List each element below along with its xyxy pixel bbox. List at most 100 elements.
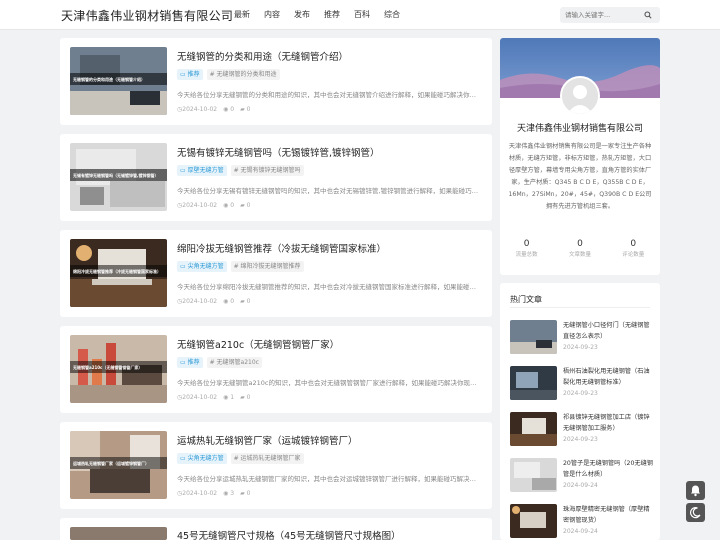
post-excerpt: 今天给各位分享无缝钢管的分类和用途的知识，其中也会对无缝钢管介绍进行解释，如果能… bbox=[177, 91, 482, 99]
keyword-tag[interactable]: # 运城热轧无缝钢管厂家 bbox=[230, 453, 304, 464]
post-card[interactable]: 运城热轧无缝钢管厂家（运城镀锌钢管厂） 运城热轧无缝钢管厂家（运城镀锌钢管厂） … bbox=[60, 422, 492, 509]
user-icon bbox=[562, 78, 598, 114]
post-tags: ▭ 推荐 # 无缝钢管的分类和用途 bbox=[177, 69, 280, 80]
keyword-tag[interactable]: # 无缝钢管的分类和用途 bbox=[206, 69, 280, 80]
hot-article-item[interactable]: 珠海厚壁精密无缝钢管（厚壁精密钢管现货） 2024-09-24 bbox=[510, 504, 655, 540]
hash-icon: # bbox=[209, 359, 217, 366]
post-title[interactable]: 无缝钢管a210c（无缝钢管钢管厂家） bbox=[177, 337, 482, 351]
moon-icon bbox=[690, 507, 701, 519]
thumbnail-caption: 无缝钢管的分类和用途（无缝钢管介绍） bbox=[73, 77, 145, 82]
post-tags: ▭ 推荐 # 无缝钢管a210c bbox=[177, 357, 262, 368]
stat-label: 文章数量 bbox=[568, 252, 591, 258]
stat-label: 流量总数 bbox=[515, 252, 538, 258]
keyword-tag[interactable]: # 无锡有镀锌无缝钢管吗 bbox=[230, 165, 304, 176]
post-thumbnail[interactable]: 运城热轧无缝钢管厂家（运城镀锌钢管厂） bbox=[70, 431, 167, 499]
nav-item-general[interactable]: 综合 bbox=[384, 0, 400, 30]
view-count: 1 bbox=[230, 394, 235, 401]
post-card[interactable]: 无锡有镀锌无缝钢管吗（无锡镀锌管,镀锌钢管） 无锡有镀锌无缝钢管吗（无锡镀锌管,… bbox=[60, 134, 492, 221]
search-icon[interactable] bbox=[644, 11, 652, 19]
stat-label: 评论数量 bbox=[622, 252, 645, 258]
thumbnail-caption: 运城热轧无缝钢管厂家（运城镀锌钢管厂） bbox=[73, 461, 149, 466]
keyword-tag[interactable]: # 无缝钢管a210c bbox=[206, 357, 262, 368]
post-tags: ▭ 厚壁无缝方管 # 无锡有镀锌无缝钢管吗 bbox=[177, 165, 304, 176]
hot-article-title[interactable]: 祁县镀锌无缝钢管加工店（镀锌无缝钢管加工服务） bbox=[563, 412, 655, 434]
post-thumbnail[interactable]: 无缝钢管a210c（无缝钢管钢管厂家） bbox=[70, 335, 167, 403]
site-title[interactable]: 天津伟鑫伟业钢材销售有限公司 bbox=[61, 7, 233, 24]
hot-article-date: 2024-09-23 bbox=[563, 390, 598, 397]
hot-article-date: 2024-09-24 bbox=[563, 482, 598, 489]
nav-item-publish[interactable]: 发布 bbox=[294, 0, 310, 30]
nav-item-recommend[interactable]: 推荐 bbox=[324, 0, 340, 30]
post-thumbnail[interactable]: 绵阳冷拔无缝钢管推荐（冷拔无缝钢管国家标准） bbox=[70, 239, 167, 307]
hot-article-thumbnail[interactable] bbox=[510, 320, 557, 354]
divider bbox=[510, 307, 650, 308]
post-card[interactable]: 无缝钢管的分类和用途（无缝钢管介绍） 无缝钢管的分类和用途（无缝钢管介绍） ▭ … bbox=[60, 38, 492, 125]
post-thumbnail[interactable]: 无缝钢管的分类和用途（无缝钢管介绍） bbox=[70, 47, 167, 115]
stat-value: 0 bbox=[523, 239, 530, 249]
post-date: 2024-10-02 bbox=[182, 202, 218, 209]
category-tag[interactable]: ▭ 尖角无缝方管 bbox=[177, 261, 227, 272]
post-thumbnail[interactable] bbox=[70, 527, 167, 540]
post-tags: ▭ 尖角无缝方管 # 运城热轧无缝钢管厂家 bbox=[177, 453, 304, 464]
view-count: 0 bbox=[230, 106, 235, 113]
post-card[interactable]: 绵阳冷拔无缝钢管推荐（冷拔无缝钢管国家标准） 绵阳冷拔无缝钢管推荐（冷拔无缝钢管… bbox=[60, 230, 492, 317]
stat-articles: 0 文章数量 bbox=[553, 238, 606, 260]
post-title[interactable]: 无缝钢管的分类和用途（无缝钢管介绍） bbox=[177, 49, 482, 63]
post-title[interactable]: 无锡有镀锌无缝钢管吗（无锡镀锌管,镀锌钢管） bbox=[177, 145, 482, 159]
hot-article-item[interactable]: 祁县镀锌无缝钢管加工店（镀锌无缝钢管加工服务） 2024-09-23 bbox=[510, 412, 655, 452]
post-card[interactable]: 无缝钢管a210c（无缝钢管钢管厂家） 无缝钢管a210c（无缝钢管钢管厂家） … bbox=[60, 326, 492, 413]
category-tag[interactable]: ▭ 推荐 bbox=[177, 357, 203, 368]
folder-icon: ▭ bbox=[180, 263, 188, 270]
post-card[interactable]: 45号无缝钢管尺寸规格（45号无缝钢管尺寸规格图） bbox=[60, 518, 492, 540]
post-title[interactable]: 运城热轧无缝钢管厂家（运城镀锌钢管厂） bbox=[177, 433, 482, 447]
hot-article-thumbnail[interactable] bbox=[510, 458, 557, 492]
folder-icon: ▭ bbox=[180, 359, 188, 366]
hot-article-thumbnail[interactable] bbox=[510, 366, 557, 400]
comment-count: 0 bbox=[246, 298, 251, 305]
bell-icon bbox=[691, 485, 700, 497]
search-input[interactable] bbox=[565, 9, 641, 21]
category-tag[interactable]: ▭ 推荐 bbox=[177, 69, 203, 80]
view-count: 0 bbox=[230, 202, 235, 209]
category-tag[interactable]: ▭ 尖角无缝方管 bbox=[177, 453, 227, 464]
nav-item-latest[interactable]: 最新 bbox=[234, 0, 250, 30]
thumbnail-caption: 绵阳冷拔无缝钢管推荐（冷拔无缝钢管国家标准） bbox=[73, 269, 161, 274]
hash-icon: # bbox=[233, 455, 241, 462]
hot-articles-title: 热门文章 bbox=[510, 295, 542, 304]
post-excerpt: 今天给各位分享运城热轧无缝钢管厂家的知识，其中也会对运城镀锌钢管厂进行解释，如果… bbox=[177, 475, 482, 483]
post-date: 2024-10-02 bbox=[182, 298, 218, 305]
stat-traffic: 0 流量总数 bbox=[500, 238, 553, 260]
category-tag[interactable]: ▭ 厚壁无缝方管 bbox=[177, 165, 227, 176]
post-excerpt: 今天给各位分享无缝钢管a210c的知识，其中也会对无缝钢管钢管厂家进行解释，如果… bbox=[177, 379, 482, 387]
hot-article-item[interactable]: 20管子是无缝钢管吗（20无缝钢管是什么材质） 2024-09-24 bbox=[510, 458, 655, 498]
hot-article-title[interactable]: 梧州石油裂化用无缝钢管（石油裂化用无缝钢管标准） bbox=[563, 366, 655, 388]
hot-article-thumbnail[interactable] bbox=[510, 412, 557, 446]
comment-count: 0 bbox=[246, 202, 251, 209]
nav-item-wiki[interactable]: 百科 bbox=[354, 0, 370, 30]
avatar[interactable] bbox=[560, 76, 600, 116]
post-date: 2024-10-02 bbox=[182, 490, 218, 497]
post-title[interactable]: 绵阳冷拔无缝钢管推荐（冷拔无缝钢管国家标准） bbox=[177, 241, 482, 255]
hot-article-title[interactable]: 20管子是无缝钢管吗（20无缝钢管是什么材质） bbox=[563, 458, 655, 480]
hash-icon: # bbox=[233, 167, 241, 174]
nav-item-content[interactable]: 内容 bbox=[264, 0, 280, 30]
main-nav: 最新 内容 发布 推荐 百科 综合 bbox=[234, 0, 414, 30]
post-thumbnail[interactable]: 无锡有镀锌无缝钢管吗（无锡镀锌管,镀锌钢管） bbox=[70, 143, 167, 211]
post-tags: ▭ 尖角无缝方管 # 绵阳冷拔无缝钢管推荐 bbox=[177, 261, 304, 272]
hot-article-thumbnail[interactable] bbox=[510, 504, 557, 538]
keyword-tag[interactable]: # 绵阳冷拔无缝钢管推荐 bbox=[230, 261, 304, 272]
post-meta: ◷2024-10-02 ◉ 0 ▰ 0 bbox=[177, 202, 256, 209]
thumbnail-caption: 无锡有镀锌无缝钢管吗（无锡镀锌管,镀锌钢管） bbox=[73, 173, 159, 178]
thumbnail-caption: 无缝钢管a210c（无缝钢管钢管厂家） bbox=[73, 365, 143, 370]
hot-article-title[interactable]: 无缝钢管小口径何门（无缝钢管直径怎么表示） bbox=[563, 320, 655, 342]
hot-article-item[interactable]: 梧州石油裂化用无缝钢管（石油裂化用无缝钢管标准） 2024-09-23 bbox=[510, 366, 655, 406]
dark-mode-button[interactable] bbox=[686, 503, 705, 522]
post-excerpt: 今天给各位分享绵阳冷拔无缝钢管推荐的知识，其中也会对冷拔无缝钢管国家标准进行解释… bbox=[177, 283, 482, 291]
hash-icon: # bbox=[209, 71, 217, 78]
hot-article-title[interactable]: 珠海厚壁精密无缝钢管（厚壁精密钢管现货） bbox=[563, 504, 655, 526]
hot-articles-widget: 热门文章 无缝钢管小口径何门（无缝钢管直径怎么表示） 2024-09-23 梧州… bbox=[500, 283, 660, 540]
hot-article-item[interactable]: 无缝钢管小口径何门（无缝钢管直径怎么表示） 2024-09-23 bbox=[510, 320, 655, 360]
notification-button[interactable] bbox=[686, 481, 705, 500]
post-title[interactable]: 45号无缝钢管尺寸规格（45号无缝钢管尺寸规格图） bbox=[177, 528, 482, 540]
profile-stats: 0 流量总数 0 文章数量 0 评论数量 bbox=[500, 238, 660, 260]
